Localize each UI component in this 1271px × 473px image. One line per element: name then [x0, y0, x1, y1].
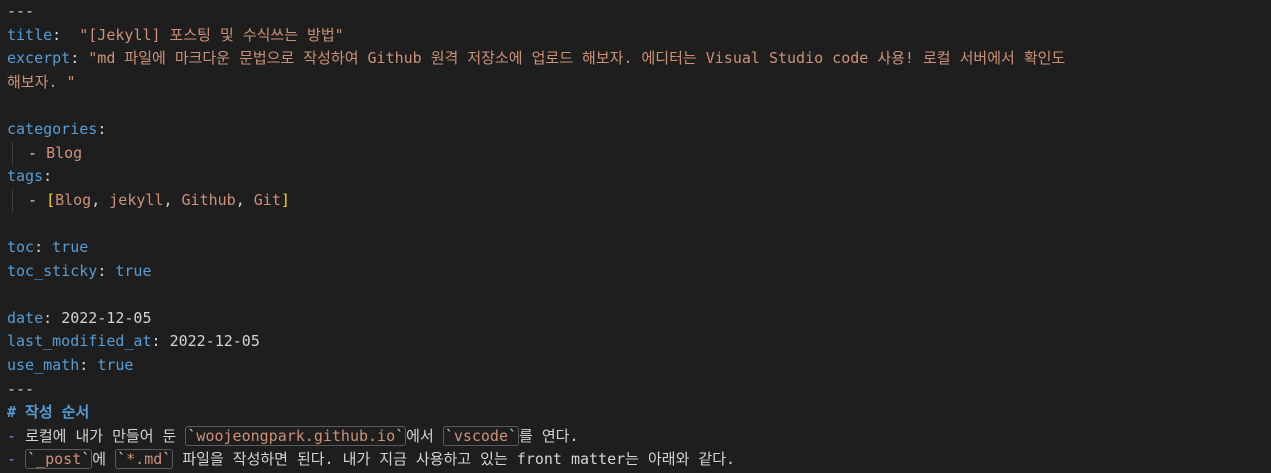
- editor-line-empty: [0, 283, 1271, 307]
- tags-item: Blog: [55, 190, 92, 209]
- toc-key: toc: [7, 237, 35, 256]
- editor-line: # 작성 순서: [0, 401, 1271, 425]
- inline-code-text: vscode: [453, 426, 508, 445]
- editor-line: tags:: [7, 167, 53, 186]
- tags-key: tags: [7, 167, 44, 186]
- toc-sticky-value: true: [115, 261, 152, 280]
- excerpt-value-continued: 해보자. ": [7, 72, 76, 91]
- list-bullet: -: [7, 450, 26, 469]
- list-text: 파일을 작성하면 된다. 내가 지금 사용하고 있는 front matter는…: [173, 450, 736, 469]
- list-bullet: -: [7, 426, 26, 445]
- editor-line: categories:: [7, 119, 107, 138]
- editor-line-empty: [0, 94, 1271, 118]
- tags-item: jekyll: [109, 190, 164, 209]
- excerpt-key: excerpt: [7, 49, 71, 68]
- editor-line: title: "[Jekyll] 포스팅 및 수식쓰는 방법": [7, 25, 344, 44]
- editor-line-empty: [0, 212, 1271, 236]
- editor-line: excerpt: "md 파일에 마크다운 문법으로 작성하여 Github 원…: [7, 49, 1066, 68]
- editor-line: - `_post` 에 `*.md` 파일을 작성하면 된다. 내가 지금 사용하…: [0, 448, 1271, 472]
- title-value: "[Jekyll] 포스팅 및 수식쓰는 방법": [70, 25, 344, 44]
- front-matter-close: ---: [7, 379, 35, 398]
- markdown-heading: # 작성 순서: [7, 403, 90, 422]
- editor-line-wrapped: 해보자. ": [0, 71, 1271, 95]
- use-math-key: use_math: [7, 355, 80, 374]
- editor-line: - Blog: [0, 141, 1271, 166]
- indent-guide: [12, 188, 13, 213]
- categories-key: categories: [7, 119, 98, 138]
- editor-line: toc: true: [7, 237, 89, 256]
- use-math-value: true: [97, 355, 134, 374]
- indent-guide: [12, 141, 13, 166]
- inline-code: `woojeongpark.github.io`: [185, 425, 407, 446]
- inline-code: `vscode`: [442, 425, 520, 446]
- inline-code-text: _post: [36, 450, 82, 469]
- list-text: 를 연다.: [519, 426, 579, 445]
- list-text: 로컬에 내가 만들어 둔: [25, 426, 186, 445]
- toc-value: true: [52, 237, 89, 256]
- last-modified-value: 2022-12-05: [169, 332, 260, 351]
- last-modified-key: last_modified_at: [7, 332, 152, 351]
- date-value: 2022-12-05: [61, 308, 152, 327]
- toc-sticky-key: toc_sticky: [7, 261, 98, 280]
- editor-line: - 로컬에 내가 만들어 둔 `woojeongpark.github.io` 에…: [0, 425, 1271, 449]
- tags-item: Git: [253, 190, 281, 209]
- tags-close-bracket: ]: [280, 190, 290, 209]
- front-matter-open: ---: [7, 2, 35, 20]
- inline-code: `*.md`: [115, 449, 174, 470]
- editor-line: last_modified_at: 2022-12-05: [7, 332, 260, 351]
- code-editor[interactable]: --- title: "[Jekyll] 포스팅 및 수식쓰는 방법" exce…: [0, 0, 1271, 473]
- list-text: 에서: [406, 426, 443, 445]
- inline-code-text: woojeongpark.github.io: [196, 426, 396, 445]
- inline-code: `_post`: [25, 449, 93, 470]
- list-text: 에: [92, 450, 116, 469]
- inline-code-text: *.md: [126, 450, 163, 469]
- editor-line: ---: [0, 0, 1271, 24]
- date-key: date: [7, 308, 44, 327]
- editor-line: date: 2022-12-05: [7, 308, 152, 327]
- editor-line: toc_sticky: true: [7, 261, 152, 280]
- editor-line: - [Blog, jekyll, Github, Git]: [0, 188, 1271, 213]
- tags-item: Github: [181, 190, 236, 209]
- excerpt-value: "md 파일에 마크다운 문법으로 작성하여 Github 원격 저장소에 업로…: [88, 49, 1066, 68]
- editor-line: ---: [0, 378, 1271, 402]
- editor-line: use_math: true: [7, 355, 134, 374]
- title-key: title: [7, 25, 53, 44]
- tags-open-bracket: [: [46, 190, 56, 209]
- categories-item: Blog: [46, 143, 83, 162]
